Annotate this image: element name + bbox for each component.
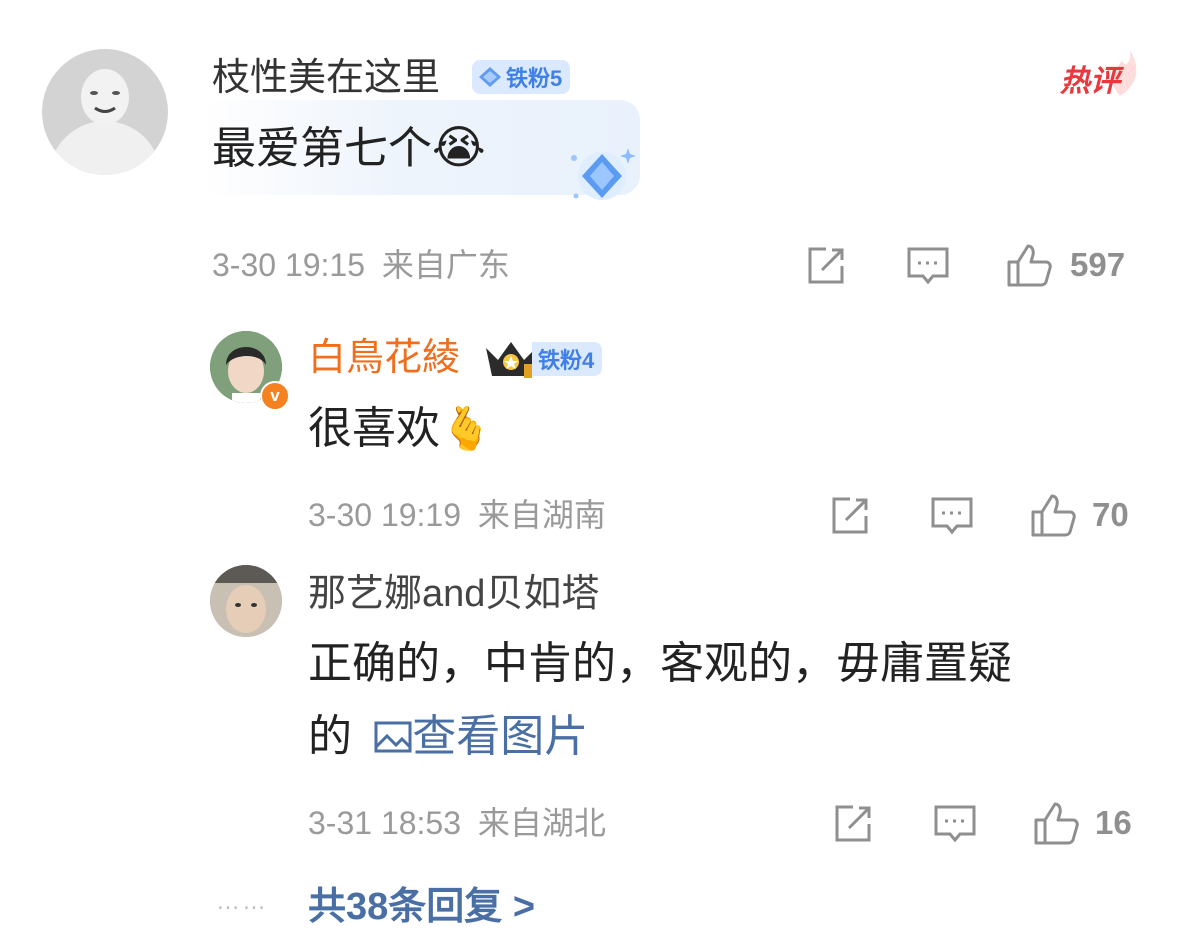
reply-button[interactable]	[933, 802, 977, 846]
reply-username[interactable]: 那艺娜and贝如塔	[308, 572, 599, 616]
like-count: 16	[1095, 804, 1132, 841]
fan-badge: 铁粉4	[532, 342, 603, 376]
comment-username[interactable]: 枝性美在这里	[212, 56, 440, 100]
reply-text-line2: 的 查看图片	[308, 712, 589, 761]
fan-badge-label: 铁粉4	[538, 348, 595, 373]
reply-location: 来自湖南	[477, 497, 606, 533]
like-count: 597	[1070, 246, 1126, 283]
comment-text: 最爱第七个😭	[212, 121, 486, 173]
share-icon	[832, 497, 868, 534]
comment-meta: 3-30 19:15 来自广东	[212, 246, 510, 284]
reply-button[interactable]	[930, 494, 974, 538]
like-count: 70	[1092, 496, 1129, 533]
reply-time: 3-31 18:53	[308, 805, 462, 841]
reply-text: 很喜欢🫰	[308, 404, 493, 453]
thumb-up-icon	[1034, 802, 1079, 845]
diamond-icon	[479, 67, 501, 87]
reply-time: 3-30 19:19	[308, 497, 462, 533]
reply-location: 来自湖北	[477, 805, 606, 841]
reply-button[interactable]	[906, 244, 950, 288]
fan-badge: 铁粉5	[472, 60, 571, 94]
reply-meta: 3-31 18:53 来自湖北	[308, 804, 606, 842]
more-replies-link[interactable]: 共38条回复 >	[308, 884, 535, 930]
fan-badge-label: 铁粉5	[506, 66, 563, 91]
crown-icon	[484, 338, 538, 380]
avatar[interactable]	[42, 49, 168, 175]
image-icon	[374, 721, 412, 753]
like-button[interactable]	[1006, 242, 1052, 287]
hot-label: 热评	[1058, 46, 1148, 98]
diamond-icon	[562, 140, 642, 206]
thumb-up-icon	[1007, 244, 1052, 287]
reply-text: 正确的，中肯的，客观的，毋庸置疑	[308, 639, 1012, 688]
view-image-link[interactable]: 查看图片	[374, 712, 588, 761]
reply-avatar[interactable]	[210, 565, 282, 637]
share-button[interactable]	[828, 494, 872, 538]
hot-label-text: 热评	[1060, 65, 1120, 98]
finger-heart-emoji: 🫰	[440, 405, 493, 452]
reply-meta: 3-30 19:19 来自湖南	[308, 496, 606, 534]
share-button[interactable]	[831, 802, 875, 846]
comment-icon	[907, 247, 949, 285]
comment-icon	[934, 805, 976, 843]
like-button[interactable]	[1030, 492, 1076, 537]
verified-v-icon: v	[270, 386, 280, 405]
more-dots: ……	[216, 888, 268, 915]
reply-username[interactable]: 白鳥花綾	[308, 336, 460, 380]
share-icon	[835, 805, 871, 842]
share-button[interactable]	[804, 244, 848, 288]
share-icon	[808, 247, 844, 284]
comment-time: 3-30 19:15	[212, 247, 366, 283]
comment-icon	[931, 497, 973, 535]
verified-badge: v	[260, 381, 290, 411]
like-button[interactable]	[1033, 800, 1079, 845]
thumb-up-icon	[1031, 494, 1076, 537]
crying-emoji: 😭	[432, 121, 486, 173]
comment-location: 来自广东	[381, 247, 510, 283]
